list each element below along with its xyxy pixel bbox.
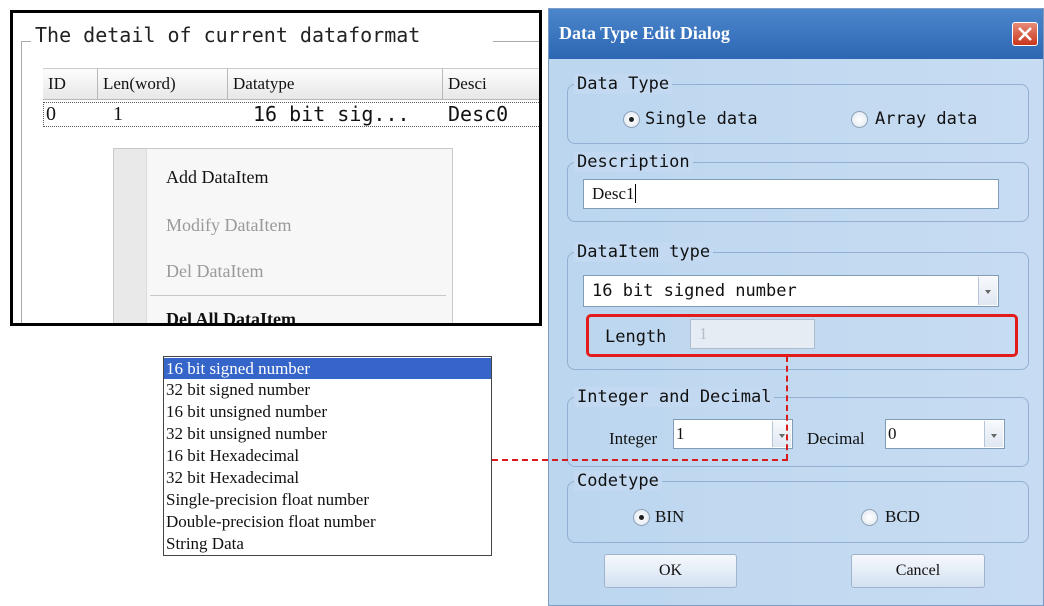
- description-value: Desc1: [592, 184, 635, 203]
- bcd-radio[interactable]: [861, 509, 878, 526]
- chevron-down-icon[interactable]: [978, 277, 997, 305]
- menu-separator: [150, 295, 446, 296]
- list-item[interactable]: 16 bit unsigned number: [164, 401, 491, 422]
- dataitem-type-group-title: DataItem type: [574, 242, 714, 262]
- datatype-dropdown-list[interactable]: 16 bit signed number 32 bit signed numbe…: [163, 356, 492, 556]
- decimal-label: Decimal: [807, 429, 865, 448]
- dataitem-type-select[interactable]: 16 bit signed number: [583, 275, 999, 307]
- array-data-label[interactable]: Array data: [875, 109, 977, 129]
- integer-label: Integer: [609, 429, 658, 448]
- menu-item-add-dataitem[interactable]: Add DataItem: [166, 167, 268, 188]
- group-border: [21, 41, 31, 42]
- array-data-radio[interactable]: [851, 111, 868, 128]
- chevron-down-icon[interactable]: [984, 421, 1003, 447]
- cell-id: 0: [46, 103, 56, 125]
- close-icon: [1018, 27, 1032, 41]
- cell-desc: Desc0: [448, 102, 509, 126]
- description-input[interactable]: Desc1: [583, 179, 999, 209]
- bin-label[interactable]: BIN: [655, 507, 684, 527]
- integer-select[interactable]: 1: [673, 419, 793, 449]
- chevron-down-icon[interactable]: [772, 421, 791, 447]
- data-type-edit-dialog: Data Type Edit Dialog Data Type Single d…: [548, 8, 1044, 606]
- decimal-value: 0: [888, 424, 897, 443]
- length-highlight-box: [586, 314, 1018, 357]
- column-header-id[interactable]: ID: [43, 68, 98, 100]
- text-caret: [635, 184, 637, 203]
- description-group-title: Description: [574, 152, 693, 172]
- menu-item-modify-dataitem[interactable]: Modify DataItem: [166, 215, 291, 236]
- list-item[interactable]: Double-precision float number: [164, 511, 491, 532]
- annotation-connector-vertical: [786, 356, 788, 460]
- dataitem-type-value: 16 bit signed number: [592, 281, 797, 301]
- group-border: [493, 41, 539, 42]
- single-data-radio[interactable]: [623, 111, 640, 128]
- list-item[interactable]: Single-precision float number: [164, 489, 491, 510]
- list-item[interactable]: 32 bit Hexadecimal: [164, 467, 491, 488]
- context-menu: Add DataItem Modify DataItem Del DataIte…: [113, 148, 453, 323]
- column-header-desc[interactable]: Desci: [443, 68, 539, 100]
- group-border: [21, 41, 22, 323]
- list-item[interactable]: 32 bit signed number: [164, 379, 491, 400]
- menu-item-del-all-dataitem[interactable]: Del All DataItem: [166, 309, 296, 323]
- integer-value: 1: [676, 424, 685, 443]
- column-header-datatype[interactable]: Datatype: [228, 68, 443, 100]
- dataformat-detail-panel: The detail of current dataformat ID Len(…: [10, 10, 542, 326]
- integer-decimal-group-title: Integer and Decimal: [574, 387, 775, 407]
- menu-gutter: [114, 149, 147, 323]
- dialog-title: Data Type Edit Dialog: [559, 23, 730, 43]
- cell-len: 1: [113, 103, 123, 125]
- list-item[interactable]: String Data: [164, 533, 491, 554]
- annotation-connector-horizontal: [492, 459, 788, 461]
- bin-radio[interactable]: [633, 509, 650, 526]
- data-type-group-title: Data Type: [574, 74, 673, 94]
- dataformat-group-title: The detail of current dataformat: [35, 23, 421, 47]
- decimal-select[interactable]: 0: [885, 419, 1005, 449]
- close-button[interactable]: [1012, 22, 1038, 46]
- codetype-group-title: Codetype: [574, 471, 662, 491]
- list-item[interactable]: 32 bit unsigned number: [164, 423, 491, 444]
- column-header-len[interactable]: Len(word): [98, 68, 228, 100]
- cell-datatype: 16 bit sig...: [253, 102, 410, 126]
- cancel-button[interactable]: Cancel: [851, 554, 985, 588]
- menu-item-del-dataitem[interactable]: Del DataItem: [166, 261, 263, 282]
- single-data-label[interactable]: Single data: [645, 109, 758, 129]
- list-item[interactable]: 16 bit Hexadecimal: [164, 445, 491, 466]
- ok-button[interactable]: OK: [604, 554, 737, 588]
- bcd-label[interactable]: BCD: [885, 507, 920, 527]
- list-item[interactable]: 16 bit signed number: [164, 358, 491, 379]
